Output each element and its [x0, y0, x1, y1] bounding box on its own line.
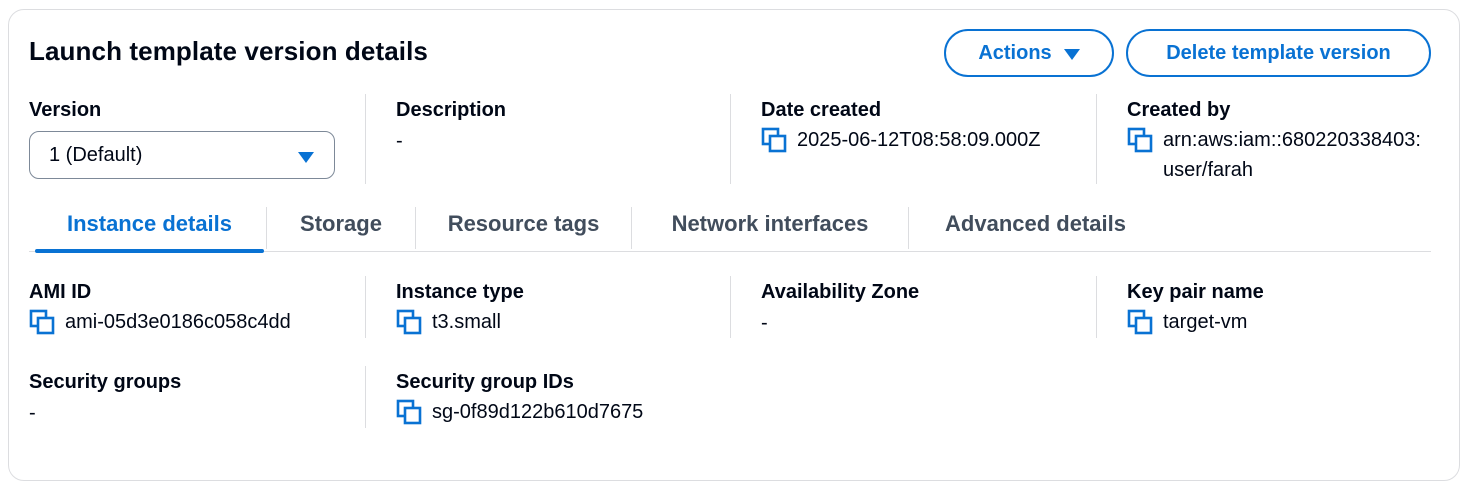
- copy-icon[interactable]: [1127, 309, 1153, 335]
- availability-zone-label: Availability Zone: [761, 281, 920, 303]
- security-group-ids-label: Security group IDs: [396, 371, 574, 393]
- page-title: Launch template version details: [29, 36, 428, 66]
- created-by-value: arn:aws:iam::680220338403:user/farah: [1163, 129, 1421, 181]
- key-pair-name-label: Key pair name: [1127, 281, 1264, 303]
- delete-button-label: Delete template version: [1166, 41, 1391, 64]
- caret-down-icon: [298, 152, 314, 163]
- security-group-ids-field: Security group IDs sg-0f89d122b610d7675: [365, 366, 710, 428]
- ami-id-field: AMI ID ami-05d3e0186c058c4dd: [29, 280, 365, 337]
- security-groups-value: -: [29, 402, 36, 424]
- copy-icon[interactable]: [396, 309, 422, 335]
- date-created-label: Date created: [761, 99, 882, 121]
- key-pair-name-field: Key pair name target-vm: [1096, 276, 1431, 338]
- copy-icon[interactable]: [761, 127, 787, 153]
- copy-icon[interactable]: [29, 309, 55, 335]
- tab-network-interfaces[interactable]: Network interfaces: [632, 196, 908, 252]
- detail-tabs: Instance details Storage Resource tags N…: [29, 196, 1431, 253]
- copy-icon[interactable]: [396, 399, 422, 425]
- description-label: Description: [396, 99, 507, 121]
- launch-template-version-details-panel: Launch template version details Actions …: [8, 9, 1460, 481]
- instance-type-value: t3.small: [432, 311, 501, 333]
- tab-resource-tags[interactable]: Resource tags: [416, 196, 631, 252]
- description-value: -: [396, 130, 403, 152]
- security-groups-field: Security groups -: [29, 370, 365, 428]
- version-select[interactable]: 1 (Default): [29, 131, 335, 179]
- ami-id-label: AMI ID: [29, 281, 92, 303]
- copy-icon[interactable]: [1127, 127, 1153, 153]
- tab-instance-details[interactable]: Instance details: [32, 196, 267, 253]
- created-by-label: Created by: [1127, 99, 1231, 121]
- availability-zone-field: Availability Zone -: [730, 276, 1075, 338]
- security-group-ids-value: sg-0f89d122b610d7675: [432, 401, 644, 423]
- version-select-value: 1 (Default): [49, 143, 143, 166]
- created-by-field: Created by arn:aws:iam::680220338403:use…: [1096, 94, 1431, 184]
- caret-down-icon: [1063, 48, 1080, 60]
- security-groups-label: Security groups: [29, 371, 182, 393]
- key-pair-name-value: target-vm: [1163, 311, 1248, 333]
- date-created-field: Date created 2025-06-12T08:58:09.000Z: [730, 94, 1075, 184]
- date-created-value: 2025-06-12T08:58:09.000Z: [797, 129, 1041, 151]
- actions-button-label: Actions: [978, 41, 1052, 64]
- actions-button[interactable]: Actions: [944, 29, 1114, 77]
- tab-advanced-details[interactable]: Advanced details: [909, 196, 1162, 252]
- tab-storage[interactable]: Storage: [267, 196, 415, 252]
- ami-id-value: ami-05d3e0186c058c4dd: [65, 311, 291, 333]
- availability-zone-value: -: [761, 312, 768, 334]
- instance-type-label: Instance type: [396, 281, 524, 303]
- delete-template-version-button[interactable]: Delete template version: [1126, 29, 1431, 77]
- description-field: Description -: [365, 94, 710, 184]
- version-field: Version: [29, 98, 374, 122]
- instance-type-field: Instance type t3.small: [365, 276, 710, 338]
- version-label: Version: [29, 99, 102, 121]
